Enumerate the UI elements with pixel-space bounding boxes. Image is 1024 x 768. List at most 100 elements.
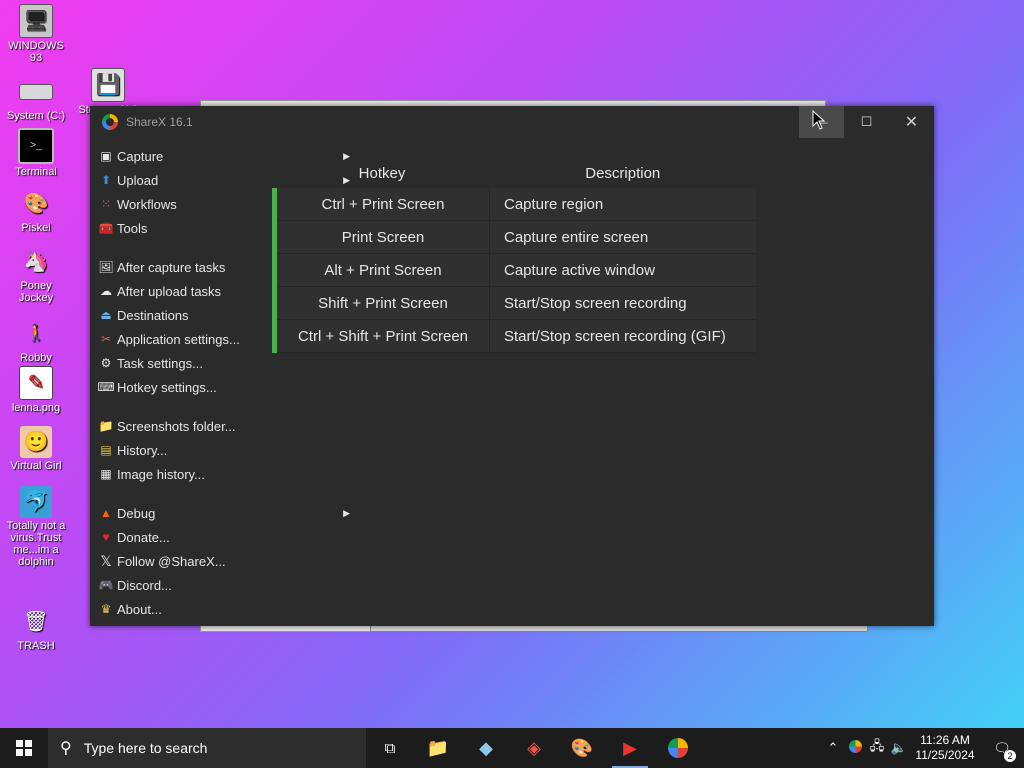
desktop-icon-system-c[interactable]: System (C:) bbox=[2, 76, 70, 122]
clock[interactable]: 11:26 AM 11/25/2024 bbox=[910, 733, 980, 763]
menu-item-follow-sharex[interactable]: 𝕏 Follow @ShareX... bbox=[90, 549, 250, 573]
desktop-icon-robby[interactable]: 🚶 Robby bbox=[2, 318, 70, 365]
table-row[interactable]: Ctrl + Shift + Print Screen Start/Stop s… bbox=[272, 319, 756, 353]
keyboard-icon: ⌨ bbox=[97, 380, 115, 394]
hotkey-table: Hotkey Description Ctrl + Print Screen C… bbox=[272, 158, 756, 353]
upload-icon: ⬆ bbox=[100, 173, 112, 187]
column-header-description: Description bbox=[585, 164, 661, 182]
folder-icon: 📁 bbox=[426, 737, 450, 758]
table-row[interactable]: Ctrl + Print Screen Capture region bbox=[272, 188, 756, 221]
drive-icon bbox=[19, 84, 53, 100]
task-view-button[interactable]: ⧉ bbox=[366, 728, 414, 768]
menu-item-image-history[interactable]: ▦ Image history... bbox=[90, 462, 250, 486]
menu-item-label: Task settings... bbox=[117, 355, 203, 371]
debug-icon: ▲ bbox=[100, 506, 112, 520]
sharex-logo-icon bbox=[102, 114, 118, 130]
menu-item-label: About... bbox=[117, 601, 162, 617]
menu-item-about[interactable]: ♛ About... bbox=[90, 597, 250, 621]
desktop-icon-lenna[interactable]: ✎ lenna.png bbox=[2, 366, 70, 414]
menu-item-label: Donate... bbox=[117, 529, 170, 545]
description-cell[interactable]: Start/Stop screen recording (GIF) bbox=[489, 319, 756, 353]
desktop-icon-label: Totally not a virus.Trust me...im a dolp… bbox=[6, 520, 66, 568]
maximize-button[interactable]: ☐ bbox=[844, 106, 889, 138]
desktop-icon-label: Terminal bbox=[15, 166, 57, 178]
menu-item-label: Upload bbox=[117, 172, 159, 188]
dolphin-icon: 🐬 bbox=[20, 486, 52, 518]
hotkey-cell[interactable]: Shift + Print Screen bbox=[272, 286, 490, 320]
menu-item-label: Tools bbox=[117, 220, 148, 236]
taskbar-app-terminal[interactable]: ▶ bbox=[606, 728, 654, 768]
image-icon: ✎ bbox=[19, 366, 53, 400]
table-row[interactable]: Print Screen Capture entire screen bbox=[272, 220, 756, 254]
taskbar-search[interactable]: ⚲ bbox=[48, 728, 366, 768]
sharex-tray-icon[interactable] bbox=[844, 740, 866, 756]
history-icon: ▤ bbox=[100, 443, 112, 457]
workflows-icon: ⁙ bbox=[100, 197, 112, 211]
red-app-icon: ◈ bbox=[527, 737, 541, 758]
desktop-icon-label: Robby bbox=[20, 352, 52, 364]
taskbar-file-explorer[interactable]: 📁 bbox=[414, 728, 462, 768]
crown-icon: ♛ bbox=[100, 602, 112, 616]
title-bar[interactable]: ShareX 16.1 — ☐ ✕ bbox=[90, 106, 934, 138]
search-input[interactable] bbox=[81, 739, 336, 757]
description-cell[interactable]: Capture active window bbox=[489, 253, 756, 287]
desktop-icon-trash[interactable]: 🗑 TRASH bbox=[2, 606, 70, 652]
desktop-icon-windows93[interactable]: 🖥 WINDOWS 93 bbox=[2, 4, 70, 64]
menu-item-upload[interactable]: ⬆ Upload ▶ bbox=[90, 168, 350, 192]
start-button[interactable] bbox=[0, 728, 48, 768]
submenu-arrow-icon: ▶ bbox=[343, 507, 350, 518]
close-button[interactable]: ✕ bbox=[889, 106, 934, 138]
desktop-icon-virtual-girl[interactable]: 🙂 Virtual Girl bbox=[2, 426, 70, 472]
palette-icon: 🎨 bbox=[23, 193, 49, 215]
description-cell[interactable]: Start/Stop screen recording bbox=[489, 286, 756, 320]
menu-item-task-settings[interactable]: ⚙ Task settings... bbox=[90, 351, 250, 375]
notification-button[interactable]: 🗨 2 bbox=[980, 740, 1024, 762]
desktop-icon-piskel[interactable]: 🎨 Piskel bbox=[2, 188, 70, 234]
menu-item-after-upload-tasks[interactable]: ☁ After upload tasks ▶ bbox=[90, 279, 350, 303]
taskbar-app-color-wheel[interactable]: 🎨 bbox=[558, 728, 606, 768]
desktop-icon-terminal[interactable]: >_ Terminal bbox=[2, 128, 70, 178]
menu-item-history[interactable]: ▤ History... bbox=[90, 438, 250, 462]
desktop-icon-poney-jockey[interactable]: 🦄 Poney Jockey bbox=[2, 246, 70, 304]
menu-item-application-settings[interactable]: ✂ Application settings... bbox=[90, 327, 250, 351]
desktop-icon-dolphin[interactable]: 🐬 Totally not a virus.Trust me...im a do… bbox=[2, 486, 70, 568]
menu-item-workflows[interactable]: ⁙ Workflows ▶ bbox=[90, 192, 350, 216]
hotkey-cell[interactable]: Print Screen bbox=[272, 220, 490, 254]
menu-item-capture[interactable]: ▣ Capture ▶ bbox=[90, 144, 350, 168]
menu-item-label: After upload tasks bbox=[117, 283, 222, 299]
maximize-icon: ☐ bbox=[860, 114, 873, 129]
menu-item-destinations[interactable]: ⏏ Destinations ▶ bbox=[90, 303, 350, 327]
hotkey-cell[interactable]: Ctrl + Shift + Print Screen bbox=[272, 319, 490, 353]
menu-item-after-capture-tasks[interactable]: 🖼 After capture tasks ▶ bbox=[90, 255, 350, 279]
hotkey-cell[interactable]: Ctrl + Print Screen bbox=[272, 188, 490, 221]
sharex-window[interactable]: ShareX 16.1 — ☐ ✕ ▣ Capture ▶ ⬆ Upload ▶… bbox=[90, 106, 934, 626]
desktop-icon-label: Virtual Girl bbox=[10, 460, 62, 472]
heart-icon: ♥ bbox=[102, 530, 110, 544]
menu-item-label: Workflows bbox=[117, 196, 177, 212]
clock-time: 11:26 AM bbox=[920, 733, 970, 747]
chevron-up-icon[interactable]: ⌃ bbox=[822, 740, 844, 756]
taskbar-app-sharex[interactable] bbox=[654, 728, 702, 768]
menu-item-screenshots-folder[interactable]: 📁 Screenshots folder... bbox=[90, 414, 250, 438]
gear-icon: ⚙ bbox=[100, 356, 112, 370]
menu-item-tools[interactable]: 🧰 Tools ▶ bbox=[90, 216, 350, 240]
table-row[interactable]: Shift + Print Screen Start/Stop screen r… bbox=[272, 286, 756, 320]
description-cell[interactable]: Capture entire screen bbox=[489, 220, 756, 254]
desktop-icon-label: WINDOWS 93 bbox=[8, 40, 64, 64]
desktop-icon-label: System (C:) bbox=[6, 110, 66, 122]
menu-item-label: After capture tasks bbox=[117, 259, 226, 275]
menu-item-debug[interactable]: ▲ Debug ▶ bbox=[90, 501, 350, 525]
trash-icon: 🗑 bbox=[23, 611, 49, 633]
menu-item-donate[interactable]: ♥ Donate... bbox=[90, 525, 250, 549]
menu-item-discord[interactable]: 🎮 Discord... bbox=[90, 573, 250, 597]
destinations-icon: ⏏ bbox=[100, 308, 112, 322]
table-row[interactable]: Alt + Print Screen Capture active window bbox=[272, 253, 756, 287]
volume-icon[interactable]: 🔈 bbox=[888, 740, 910, 756]
taskbar-app-red[interactable]: ◈ bbox=[510, 728, 558, 768]
description-cell[interactable]: Capture region bbox=[489, 188, 756, 221]
column-header-hotkey: Hotkey bbox=[358, 164, 406, 182]
taskbar-app-glass[interactable]: ◆ bbox=[462, 728, 510, 768]
network-icon[interactable]: 🖧 bbox=[866, 737, 888, 759]
menu-item-hotkey-settings[interactable]: ⌨ Hotkey settings... bbox=[90, 375, 250, 399]
hotkey-cell[interactable]: Alt + Print Screen bbox=[272, 253, 490, 287]
